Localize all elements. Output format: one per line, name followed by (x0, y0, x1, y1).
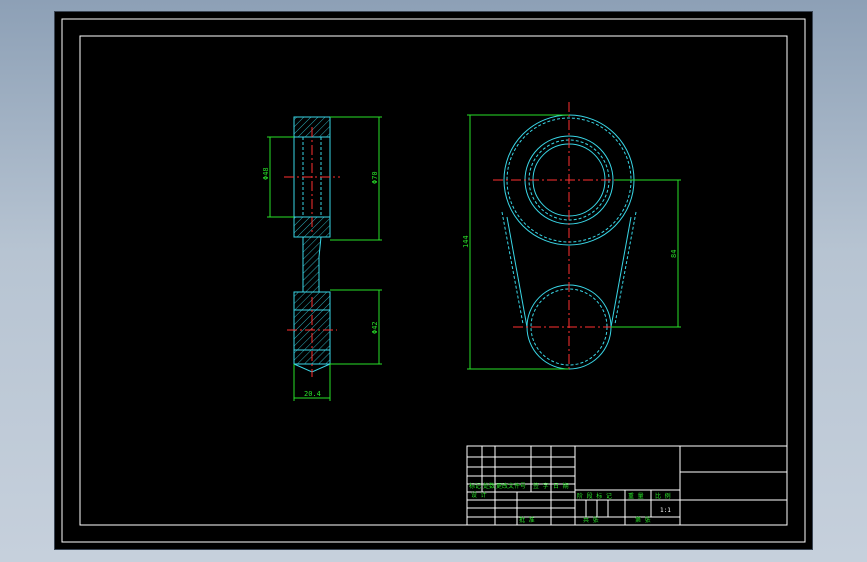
dim-overall-length: 144 (462, 235, 470, 248)
tb-label-change: 更改文件号 (496, 482, 526, 490)
dim-inner-bore: Φ48 (262, 167, 270, 180)
web-left-edge (506, 216, 528, 328)
tb-sheet-number: 第 张 (635, 516, 651, 524)
tb-label-count: 处数 (483, 482, 495, 490)
tb-scale-label: 比 例 (655, 492, 671, 500)
dim-outer-diameter: Φ70 (371, 171, 379, 184)
title-block: 标记 处数 更改文件号 签 字 日 期 设 计 阶 段 标 记 重 量 比 例 … (466, 445, 788, 526)
front-view (493, 102, 645, 372)
dim-small-bore: Φ42 (371, 321, 379, 334)
web-hatch (302, 236, 322, 293)
tb-weight: 重 量 (628, 492, 644, 500)
tb-stage-mark: 阶 段 标 记 (577, 492, 612, 500)
tb-sheet-total: 共 张 (583, 516, 599, 524)
cad-viewport[interactable]: Φ48 Φ70 Φ42 20.4 144 84 标记 处数 更改文件号 签 字 … (55, 12, 812, 549)
tb-label-design: 设 计 (471, 491, 487, 499)
tb-approve: 批 准 (519, 516, 535, 524)
outer-border (61, 18, 806, 543)
dim-thickness: 20.4 (304, 390, 321, 398)
dim-center-distance: 84 (670, 250, 678, 258)
web-right-edge (610, 216, 632, 328)
front-dimensions: 144 84 (462, 114, 681, 370)
tb-label-sign: 签 字 (533, 482, 549, 490)
inner-border (79, 35, 788, 526)
tb-scale-value: 1:1 (660, 507, 671, 514)
section-view (284, 116, 340, 377)
drawing-canvas: Φ48 Φ70 Φ42 20.4 144 84 标记 处数 更改文件号 签 字 … (61, 18, 806, 543)
tb-label-date: 日 期 (553, 482, 569, 490)
tb-label-mark: 标记 (469, 482, 481, 490)
